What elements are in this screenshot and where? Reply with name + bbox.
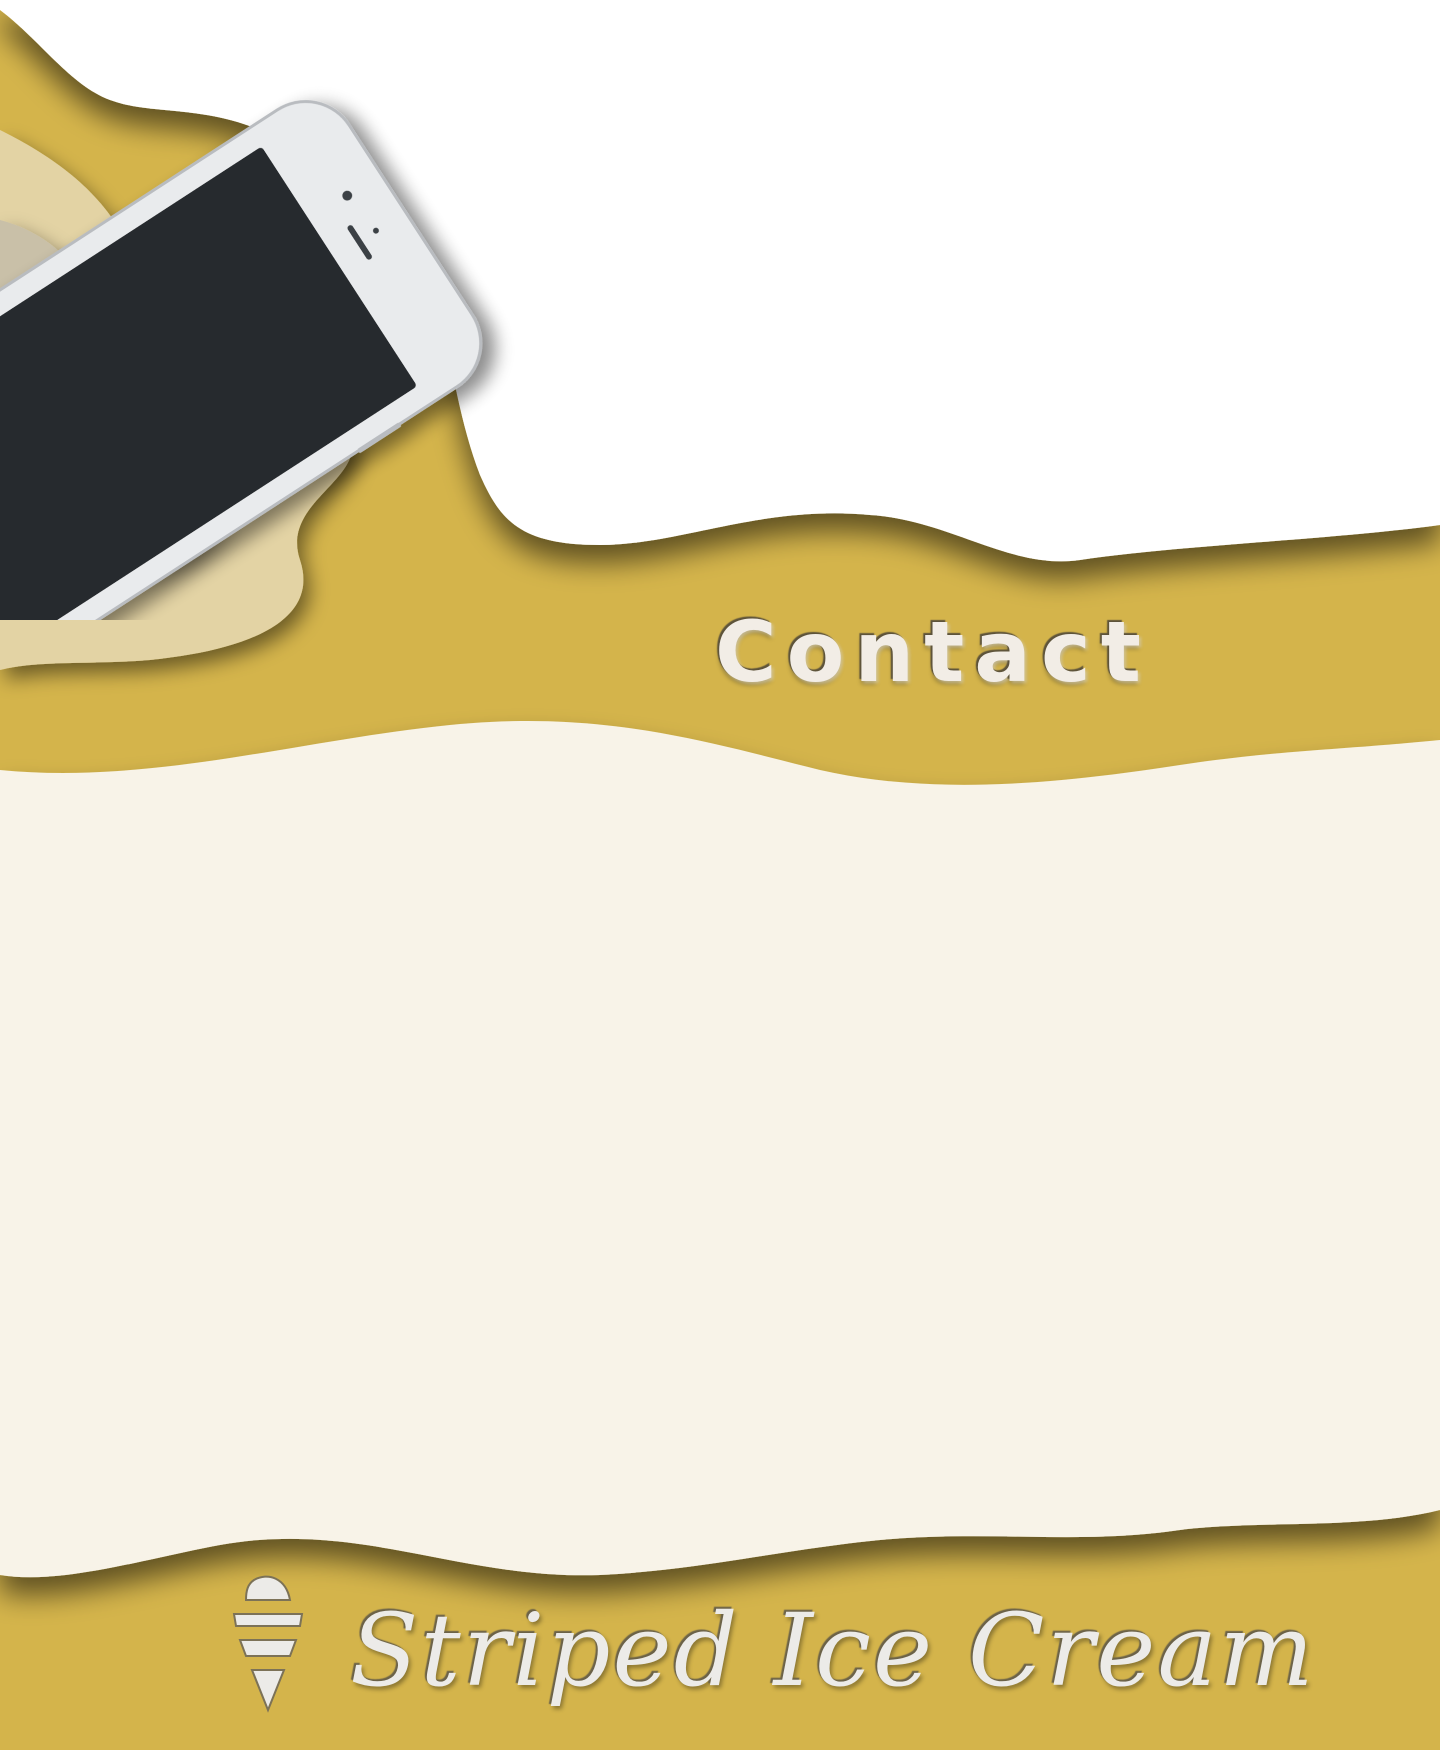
- contact-page: Contact Striped Ice Cream: [0, 0, 1440, 1750]
- layered-paper-background: [0, 0, 1440, 1750]
- brand-name: Striped Ice Cream: [350, 1592, 1316, 1709]
- cream-content-panel: [0, 721, 1440, 1578]
- page-title: Contact: [715, 603, 1151, 701]
- ice-cream-cone-icon: [232, 1575, 304, 1713]
- footer-brand[interactable]: Striped Ice Cream: [228, 1565, 1316, 1725]
